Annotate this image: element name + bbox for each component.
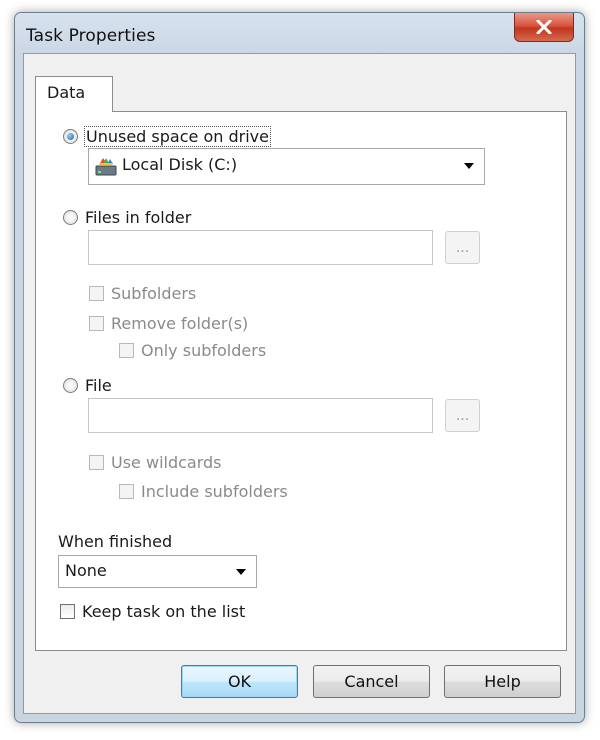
cancel-button[interactable]: Cancel: [313, 665, 430, 698]
close-icon: [536, 20, 552, 34]
use-wildcards-checkbox[interactable]: [89, 455, 104, 470]
file-path-input[interactable]: [88, 398, 433, 433]
keep-task-option[interactable]: Keep task on the list: [60, 602, 245, 621]
file-option[interactable]: File: [63, 376, 112, 395]
subfolders-checkbox[interactable]: [89, 286, 104, 301]
file-radio[interactable]: [63, 378, 78, 393]
tab-data[interactable]: Data: [35, 76, 113, 112]
include-subfolders-checkbox[interactable]: [119, 484, 134, 499]
file-label: File: [85, 376, 112, 395]
files-in-folder-radio[interactable]: [63, 210, 78, 225]
unused-space-radio[interactable]: [63, 129, 78, 144]
only-subfolders-label: Only subfolders: [141, 341, 267, 360]
use-wildcards-label: Use wildcards: [111, 453, 222, 472]
dialog-client-area: Data Unused space on drive Local Disk (C…: [23, 53, 576, 714]
chevron-down-icon: [236, 569, 246, 575]
remove-folders-option[interactable]: Remove folder(s): [89, 314, 248, 333]
help-button[interactable]: Help: [444, 665, 561, 698]
include-subfolders-label: Include subfolders: [141, 482, 288, 501]
files-in-folder-label: Files in folder: [85, 208, 192, 227]
only-subfolders-option[interactable]: Only subfolders: [119, 341, 266, 360]
remove-folders-checkbox[interactable]: [89, 316, 104, 331]
tab-panel-data: Unused space on drive Local Disk (C:) Fi…: [35, 111, 567, 651]
subfolders-label: Subfolders: [111, 284, 197, 303]
include-subfolders-option[interactable]: Include subfolders: [119, 482, 288, 501]
hard-drive-icon: [95, 158, 117, 176]
subfolders-option[interactable]: Subfolders: [89, 284, 196, 303]
browse-folder-button[interactable]: ...: [445, 231, 480, 264]
keep-task-checkbox[interactable]: [60, 604, 75, 619]
folder-path-input[interactable]: [88, 230, 433, 265]
only-subfolders-checkbox[interactable]: [119, 343, 134, 358]
when-finished-select[interactable]: None: [58, 555, 257, 588]
ok-button[interactable]: OK: [181, 665, 298, 698]
browse-file-button[interactable]: ...: [445, 399, 480, 432]
files-in-folder-option[interactable]: Files in folder: [63, 208, 191, 227]
tab-data-label: Data: [47, 83, 86, 102]
when-finished-value: None: [65, 561, 107, 580]
unused-space-option[interactable]: Unused space on drive: [63, 126, 271, 147]
chevron-down-icon: [464, 163, 474, 169]
close-button[interactable]: [514, 13, 574, 42]
keep-task-label: Keep task on the list: [82, 602, 246, 621]
task-properties-dialog: Task Properties Data Unused space on dri…: [14, 12, 585, 723]
drive-select[interactable]: Local Disk (C:): [88, 148, 485, 185]
use-wildcards-option[interactable]: Use wildcards: [89, 453, 222, 472]
remove-folders-label: Remove folder(s): [111, 314, 249, 333]
window-title: Task Properties: [26, 26, 156, 46]
when-finished-label: When finished: [58, 532, 173, 551]
unused-space-label: Unused space on drive: [84, 126, 271, 147]
drive-select-value: Local Disk (C:): [122, 155, 238, 174]
